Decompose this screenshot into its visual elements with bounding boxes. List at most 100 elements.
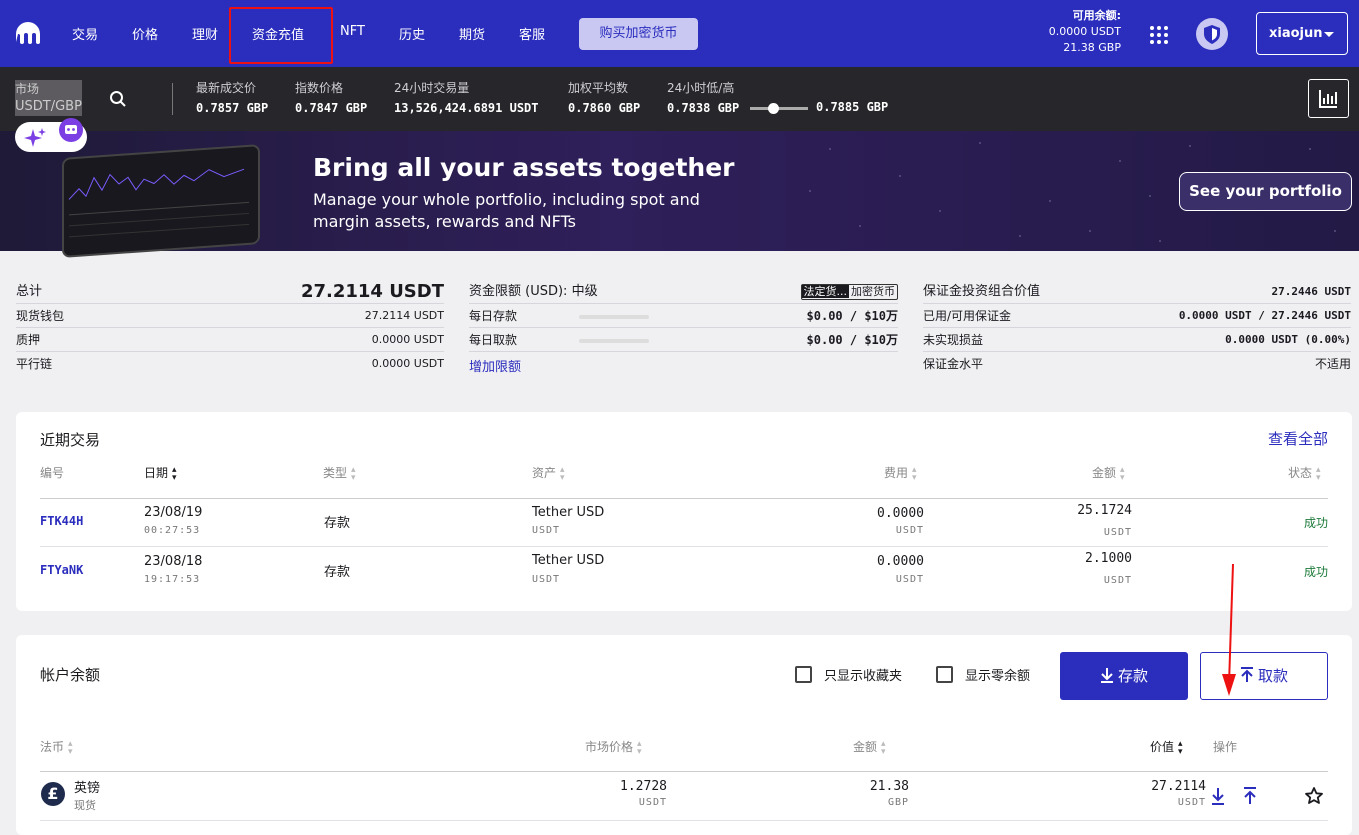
row-withdraw-icon[interactable] <box>1243 787 1257 805</box>
col-header-value[interactable]: 价值 ▴ ▾ <box>1150 738 1183 756</box>
increase-limits-link[interactable]: 增加限额 <box>469 356 898 380</box>
row-label: 平行链 <box>16 357 53 371</box>
ticker-divider <box>172 83 173 115</box>
table-row[interactable]: FTK44H 23/08/19 00:27:53 存款 Tether USD U… <box>16 499 1352 547</box>
sort-icon: ▴ ▾ <box>912 464 917 483</box>
toggle-fiat[interactable]: 法定货... <box>801 285 849 298</box>
row-deposit-icon[interactable] <box>1211 787 1225 805</box>
highlight-annotation-box <box>229 7 333 64</box>
show-zero-label: 显示零余额 <box>965 669 1031 684</box>
nav-nft[interactable]: NFT <box>340 24 365 39</box>
price-unit: USDT <box>638 797 667 808</box>
col-header-asset[interactable]: 资产 ▴ ▾ <box>532 464 565 482</box>
user-menu-button[interactable]: xiaojun <box>1256 12 1348 55</box>
table-row[interactable]: £ 英镑 现货 1.2728 USDT 21.38 GBP 27.2114 US… <box>16 772 1352 822</box>
ticker-low-value: 0.7838 GBP <box>667 101 740 115</box>
row-value: 0.0000 USDT (0.00%) <box>1225 333 1351 346</box>
daily-withdraw-row: 每日取款 $0.00 / $10万 <box>469 328 898 352</box>
transaction-type: 存款 <box>324 516 351 531</box>
view-all-link[interactable]: 查看全部 <box>1268 428 1328 449</box>
col-header-status[interactable]: 状态 ▴ ▾ <box>1288 464 1321 482</box>
total-balance-panel: 总计 27.2114 USDT 现货钱包 27.2114 USDT 质押 0.0… <box>16 280 444 376</box>
limits-title: 资金限额 (USD): 中级 <box>469 284 598 299</box>
transaction-id[interactable]: FTK44H <box>40 514 83 528</box>
balances-title: 帐户余额 <box>40 666 101 684</box>
col-header-label: 类型 <box>323 466 348 480</box>
col-header-label: 市场价格 <box>585 740 634 754</box>
limit-value: $0.00 / $10万 <box>806 333 898 347</box>
transaction-id[interactable]: FTYaNK <box>40 563 83 577</box>
search-icon[interactable] <box>109 90 127 108</box>
nav-trade[interactable]: 交易 <box>72 24 98 43</box>
ticker-24h-volume: 24小时交易量 13,526,424.6891 USDT <box>394 79 539 115</box>
chart-toggle-button[interactable] <box>1308 79 1349 118</box>
security-shield-button[interactable] <box>1196 18 1228 50</box>
ticker-last-price: 最新成交价 0.7857 GBP <box>196 79 268 115</box>
col-header-fiat[interactable]: 法币 ▴ ▾ <box>40 738 73 756</box>
margin-total: 27.2446 USDT <box>1271 285 1351 298</box>
col-header-market-price[interactable]: 市场价格 ▴ ▾ <box>585 738 642 756</box>
col-header-label: 费用 <box>884 466 909 480</box>
col-header-amount[interactable]: 金额 ▴ ▾ <box>853 738 886 756</box>
col-header-label: 日期 <box>144 466 169 480</box>
funding-limits-panel: 资金限额 (USD): 中级 法定货... 加密货币 每日存款 $0.00 / $… <box>469 280 898 376</box>
transaction-fee: 0.0000 <box>877 506 924 521</box>
limits-currency-toggle: 法定货... 加密货币 <box>800 284 898 300</box>
kraken-logo[interactable] <box>14 20 42 48</box>
nav-futures[interactable]: 期货 <box>459 24 485 43</box>
asset-name: Tether USD <box>532 505 605 520</box>
pound-currency-icon: £ <box>41 782 65 806</box>
favorites-only-checkbox[interactable] <box>795 666 812 683</box>
banner-subtitle: Manage your whole portfolio, including s… <box>313 190 700 231</box>
sparkle-icon <box>24 128 46 147</box>
toggle-crypto[interactable]: 加密货币 <box>849 285 897 298</box>
ticker-label: 指数价格 <box>295 81 344 95</box>
transaction-time: 19:17:53 <box>144 574 201 585</box>
assistant-widget[interactable] <box>15 118 87 152</box>
ticker-high: 0.7885 GBP <box>816 100 888 114</box>
limits-header-row: 资金限额 (USD): 中级 法定货... 加密货币 <box>469 280 898 304</box>
nav-prices[interactable]: 价格 <box>132 24 158 43</box>
market-pair: USDT/GBP <box>15 99 82 114</box>
margin-portfolio-panel: 保证金投资组合价值 27.2446 USDT 已用/可用保证金 0.0000 U… <box>923 280 1351 376</box>
row-label: 质押 <box>16 333 41 347</box>
download-arrow-icon <box>1100 668 1113 683</box>
apps-grid-icon[interactable] <box>1149 25 1169 45</box>
balance-amount: 21.38 <box>869 779 909 794</box>
limit-value: $0.00 / $10万 <box>806 309 898 323</box>
deposit-button[interactable]: 存款 <box>1060 652 1188 700</box>
sort-icon: ▴ ▾ <box>881 738 886 757</box>
limit-label: 每日存款 <box>469 309 518 323</box>
bar-chart-icon <box>1319 90 1337 108</box>
nav-support[interactable]: 客服 <box>519 24 545 43</box>
nav-earn[interactable]: 理财 <box>192 24 218 43</box>
annotation-arrow <box>1222 563 1236 696</box>
show-zero-checkbox[interactable] <box>936 666 953 683</box>
sort-desc-icon: ▴ ▾ <box>1178 738 1183 757</box>
col-header-date[interactable]: 日期 ▴ ▾ <box>144 464 177 482</box>
col-header-label: 金额 <box>1092 466 1117 480</box>
wallet-kind: 现货 <box>74 799 96 812</box>
amount-unit: USDT <box>1103 527 1132 538</box>
nav-history[interactable]: 历史 <box>399 24 425 43</box>
ticker-value: 0.7847 GBP <box>295 101 368 115</box>
favorite-star-icon[interactable] <box>1304 786 1324 806</box>
transaction-fee: 0.0000 <box>877 554 924 569</box>
col-header-amount[interactable]: 金额 ▴ ▾ <box>1092 464 1125 482</box>
total-row: 总计 27.2114 USDT <box>16 280 444 304</box>
limit-progress-bar <box>579 315 649 319</box>
favorites-only-label: 只显示收藏夹 <box>824 669 903 684</box>
table-row[interactable]: FTYaNK 23/08/18 19:17:53 存款 Tether USD U… <box>16 547 1352 595</box>
col-header-fee[interactable]: 费用 ▴ ▾ <box>884 464 917 482</box>
row-label: 未实现损益 <box>923 333 984 347</box>
col-header-type[interactable]: 类型 ▴ ▾ <box>323 464 356 482</box>
amount-unit: USDT <box>1103 575 1132 586</box>
laptop-illustration <box>62 144 260 258</box>
see-portfolio-button[interactable]: See your portfolio <box>1179 172 1352 211</box>
market-ticker: 市场 USDT/GBP 最新成交价 0.7857 GBP 指数价格 0.7847… <box>0 67 1359 131</box>
sort-icon: ▴ ▾ <box>1120 464 1125 483</box>
market-selector[interactable]: 市场 USDT/GBP <box>15 80 82 116</box>
ticker-value: 0.7857 GBP <box>196 101 269 115</box>
buy-crypto-button[interactable]: 购买加密货币 <box>579 18 698 50</box>
spot-wallet-row: 现货钱包 27.2114 USDT <box>16 304 444 328</box>
